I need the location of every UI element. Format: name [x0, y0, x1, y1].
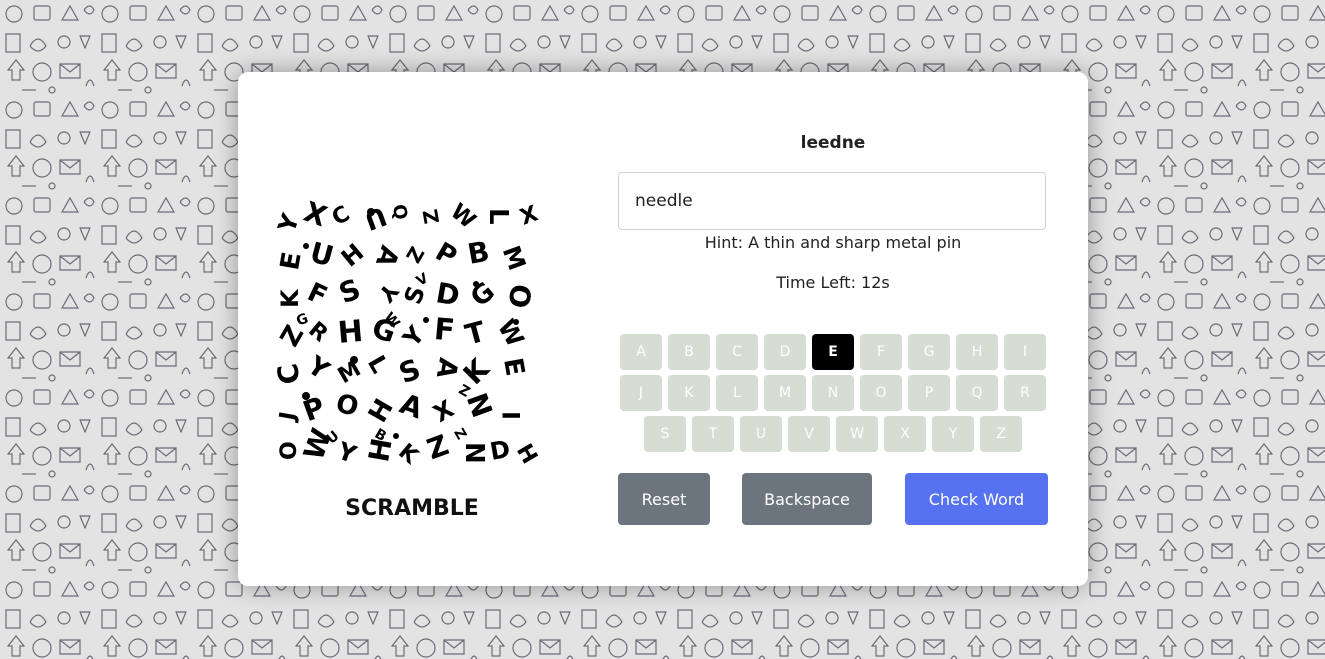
- svg-text:W: W: [492, 315, 529, 352]
- key-g[interactable]: G: [908, 334, 950, 370]
- svg-text:X: X: [429, 394, 459, 428]
- keyboard-row: S T U V W X Y Z: [618, 416, 1048, 452]
- key-n[interactable]: N: [812, 375, 854, 411]
- svg-text:H: H: [336, 314, 364, 351]
- svg-text:Z: Z: [450, 426, 469, 443]
- answer-input[interactable]: [618, 172, 1046, 230]
- key-c[interactable]: C: [716, 334, 758, 370]
- svg-text:K: K: [276, 288, 304, 308]
- svg-text:Y: Y: [372, 277, 403, 307]
- key-z[interactable]: Z: [980, 416, 1022, 452]
- svg-text:J: J: [276, 410, 301, 424]
- svg-text:X: X: [300, 200, 332, 234]
- key-m[interactable]: M: [764, 375, 806, 411]
- key-t[interactable]: T: [692, 416, 734, 452]
- svg-text:M: M: [334, 357, 365, 390]
- svg-text:M: M: [497, 242, 531, 274]
- svg-text:G: G: [465, 277, 501, 314]
- key-o[interactable]: O: [860, 375, 902, 411]
- game-card: Y X C U Q Z W L X E U H A Z P B M K F S: [238, 72, 1088, 586]
- logo-title: SCRAMBLE: [345, 496, 479, 521]
- key-d[interactable]: D: [764, 334, 806, 370]
- svg-text:W: W: [445, 200, 480, 234]
- key-e[interactable]: E: [812, 334, 854, 370]
- key-x[interactable]: X: [884, 416, 926, 452]
- letter-keyboard: A B C D E F G H I J K L M N O P Q R S T …: [618, 334, 1048, 457]
- scrambled-word: leedne: [800, 133, 866, 153]
- svg-text:E: E: [276, 250, 308, 273]
- svg-text:C: C: [328, 201, 354, 231]
- key-u[interactable]: U: [740, 416, 782, 452]
- svg-text:Q: Q: [388, 203, 411, 222]
- svg-text:E: E: [497, 356, 530, 379]
- svg-text:Z: Z: [418, 207, 444, 225]
- svg-text:D: D: [488, 435, 512, 466]
- key-k[interactable]: K: [668, 375, 710, 411]
- key-b[interactable]: B: [668, 334, 710, 370]
- svg-text:U: U: [307, 236, 338, 274]
- svg-text:Z: Z: [401, 243, 429, 268]
- svg-text:T: T: [462, 315, 489, 352]
- svg-text:S: S: [335, 272, 365, 310]
- svg-text:L: L: [362, 351, 394, 378]
- svg-text:Z: Z: [423, 428, 453, 466]
- key-l[interactable]: L: [716, 375, 758, 411]
- hint-text: Hint: A thin and sharp metal pin: [704, 233, 962, 252]
- key-w[interactable]: W: [836, 416, 878, 452]
- key-i[interactable]: I: [1004, 334, 1046, 370]
- key-a[interactable]: A: [620, 334, 662, 370]
- reset-button[interactable]: Reset: [618, 473, 710, 525]
- svg-text:A: A: [369, 242, 404, 271]
- keyboard-row: J K L M N O P Q R: [618, 375, 1048, 411]
- svg-text:B: B: [465, 235, 492, 271]
- svg-text:I: I: [498, 411, 526, 420]
- svg-text:X: X: [517, 201, 542, 230]
- svg-text:F: F: [433, 312, 456, 349]
- svg-text:F: F: [303, 277, 332, 312]
- key-f[interactable]: F: [860, 334, 902, 370]
- svg-text:S: S: [395, 352, 425, 390]
- svg-text:A: A: [396, 387, 428, 426]
- check-word-button[interactable]: Check Word: [905, 473, 1048, 525]
- logo-panel: Y X C U Q Z W L X E U H A Z P B M K F S: [238, 72, 586, 586]
- svg-text:Y: Y: [397, 320, 431, 353]
- backspace-button[interactable]: Backspace: [742, 473, 872, 525]
- svg-text:O: O: [333, 388, 362, 423]
- key-q[interactable]: Q: [956, 375, 998, 411]
- key-v[interactable]: V: [788, 416, 830, 452]
- key-s[interactable]: S: [644, 416, 686, 452]
- svg-text:H: H: [363, 394, 400, 428]
- svg-text:D: D: [434, 276, 463, 313]
- key-j[interactable]: J: [620, 375, 662, 411]
- svg-text:H: H: [511, 440, 542, 468]
- key-r[interactable]: R: [1004, 375, 1046, 411]
- time-left: Time Left: 12s: [776, 273, 890, 292]
- keyboard-row: A B C D E F G H I: [618, 334, 1048, 370]
- svg-text:L: L: [483, 208, 513, 225]
- svg-text:H: H: [336, 238, 369, 272]
- key-y[interactable]: Y: [932, 416, 974, 452]
- svg-text:N: N: [459, 442, 489, 464]
- scramble-letters-logo-image: Y X C U Q Z W L X E U H A Z P B M K F S: [276, 200, 542, 470]
- svg-text:U: U: [360, 200, 390, 235]
- svg-text:G: G: [294, 310, 310, 329]
- svg-text:O: O: [501, 282, 538, 311]
- key-p[interactable]: P: [908, 375, 950, 411]
- svg-text:P: P: [430, 237, 462, 273]
- key-h[interactable]: H: [956, 334, 998, 370]
